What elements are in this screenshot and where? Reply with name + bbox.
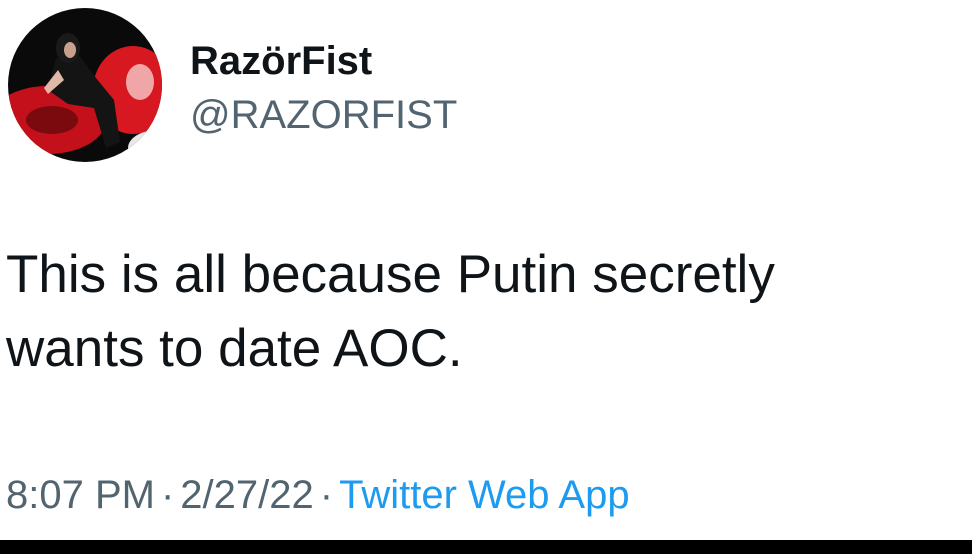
tweet-source-link[interactable]: Twitter Web App: [339, 473, 630, 517]
meta-separator: ·: [319, 473, 334, 517]
tweet-time[interactable]: 8:07 PM: [6, 473, 155, 517]
tweet-date[interactable]: 2/27/22: [180, 473, 313, 517]
user-handle[interactable]: @RAZORFIST: [190, 91, 457, 139]
display-name[interactable]: RazörFist: [190, 38, 372, 84]
avatar[interactable]: [8, 8, 162, 162]
tweet-text: This is all because Putin secretly wants…: [6, 245, 775, 378]
tweet-meta: 8:07 PM · 2/27/22 · Twitter Web App: [6, 469, 630, 521]
bottom-border: [0, 540, 972, 554]
tweet-card: RazörFist @RAZORFIST This is all because…: [0, 0, 972, 554]
meta-separator: ·: [160, 473, 175, 517]
